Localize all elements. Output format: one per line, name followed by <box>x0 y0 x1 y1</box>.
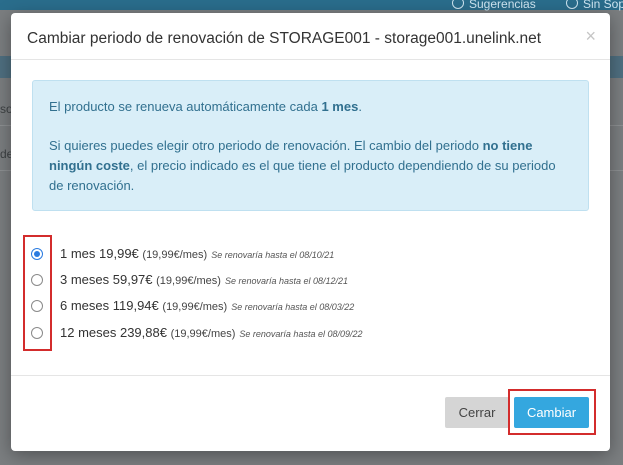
close-icon[interactable]: × <box>585 26 596 46</box>
option-label[interactable]: 6 meses 119,94€ (19,99€/mes) Se renovaría… <box>60 298 354 313</box>
background-topbar-item: Sin Sop <box>566 0 623 11</box>
change-button-highlight-box <box>508 389 596 435</box>
background-topbar: Sugerencias Sin Sop <box>0 0 623 11</box>
close-button[interactable]: Cerrar <box>445 397 509 428</box>
option-label[interactable]: 12 meses 239,88€ (19,99€/mes) Se renovarí… <box>60 325 363 340</box>
option-label[interactable]: 1 mes 19,99€ (19,99€/mes) Se renovaría ha… <box>60 246 334 261</box>
radio-highlight-box <box>23 235 52 351</box>
renewal-period-modal: Cambiar periodo de renovación de STORAGE… <box>11 13 610 451</box>
modal-header: Cambiar periodo de renovación de STORAGE… <box>11 13 610 60</box>
clock-icon <box>566 0 578 9</box>
option-label[interactable]: 3 meses 59,97€ (19,99€/mes) Se renovaría … <box>60 272 348 287</box>
background-topbar-item: Sugerencias <box>452 0 536 11</box>
alert-paragraph-current-period: El producto se renueva automáticamente c… <box>49 99 362 114</box>
current-period-value: 1 mes <box>321 99 359 114</box>
lightbulb-icon <box>452 0 464 9</box>
info-alert: El producto se renueva automáticamente c… <box>32 80 589 211</box>
modal-title: Cambiar periodo de renovación de STORAGE… <box>27 30 542 47</box>
alert-paragraph-info: Si quieres puedes elegir otro periodo de… <box>49 138 556 193</box>
